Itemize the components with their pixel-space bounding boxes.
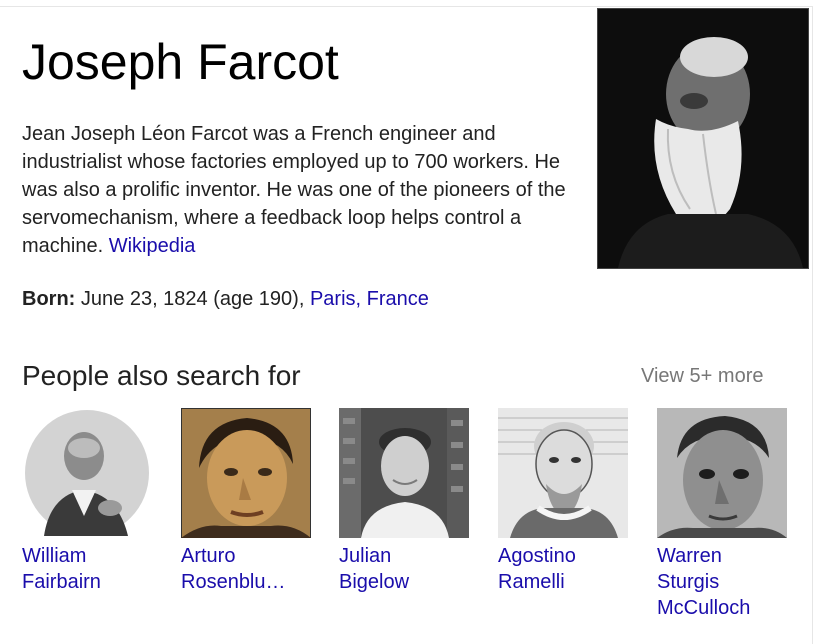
entity-description: Jean Joseph Léon Farcot was a French eng… [22,120,592,260]
photo-portrait-thumbnail [339,408,469,538]
person-name-line: Bigelow [339,571,410,593]
born-fact: Born: June 23, 1824 (age 190), Paris, Fr… [22,285,429,313]
entity-title: Joseph Farcot [22,34,339,90]
person-name-line: Sturgis [657,571,720,593]
person-name-link[interactable]: Warren Sturgis McCulloch [657,543,789,621]
person-card-warren-sturgis-mcculloch[interactable]: Warren Sturgis McCulloch [657,408,789,621]
portrait-illustration [598,9,808,268]
wikipedia-link[interactable]: Wikipedia [109,235,196,257]
person-card-arturo-rosenblueth[interactable]: Arturo Rosenblu… [181,408,313,595]
person-card-julian-bigelow[interactable]: Julian Bigelow [339,408,471,595]
main-portrait-image[interactable] [597,8,809,269]
description-text: Jean Joseph Léon Farcot was a French eng… [22,123,566,257]
photo-portrait-thumbnail [657,408,787,538]
person-name-line: McCulloch [657,597,751,619]
person-card-agostino-ramelli[interactable]: Agostino Ramelli [498,408,630,595]
person-name-line: Agostino [498,545,576,567]
person-thumbnail[interactable] [22,408,152,538]
person-thumbnail[interactable] [181,408,311,538]
engraving-portrait-thumbnail [498,408,628,538]
person-name-link[interactable]: Arturo Rosenblu… [181,543,313,595]
born-value: June 23, 1824 (age 190), [80,288,305,310]
born-place-link[interactable]: Paris, France [310,288,429,310]
person-card-william-fairbairn[interactable]: William Fairbairn [22,408,154,595]
born-label: Born: [22,288,76,310]
person-name-line: Julian [339,545,392,567]
person-name-line: Fairbairn [22,571,101,593]
person-name-line: Ramelli [498,571,565,593]
person-name-line: Arturo [181,545,236,567]
person-thumbnail[interactable] [339,408,469,538]
painted-portrait-thumbnail [181,408,311,538]
person-name-line: Warren [657,545,722,567]
person-name-link[interactable]: William Fairbairn [22,543,154,595]
person-name-line: William [22,545,87,567]
view-more-link[interactable]: View 5+ more [641,362,763,390]
person-name-link[interactable]: Agostino Ramelli [498,543,630,595]
person-name-link[interactable]: Julian Bigelow [339,543,471,595]
engraving-portrait-thumbnail [22,408,152,538]
people-also-search-heading: People also search for [22,360,301,391]
person-thumbnail[interactable] [657,408,787,538]
person-thumbnail[interactable] [498,408,628,538]
person-name-line: Rosenblu… [181,571,286,593]
